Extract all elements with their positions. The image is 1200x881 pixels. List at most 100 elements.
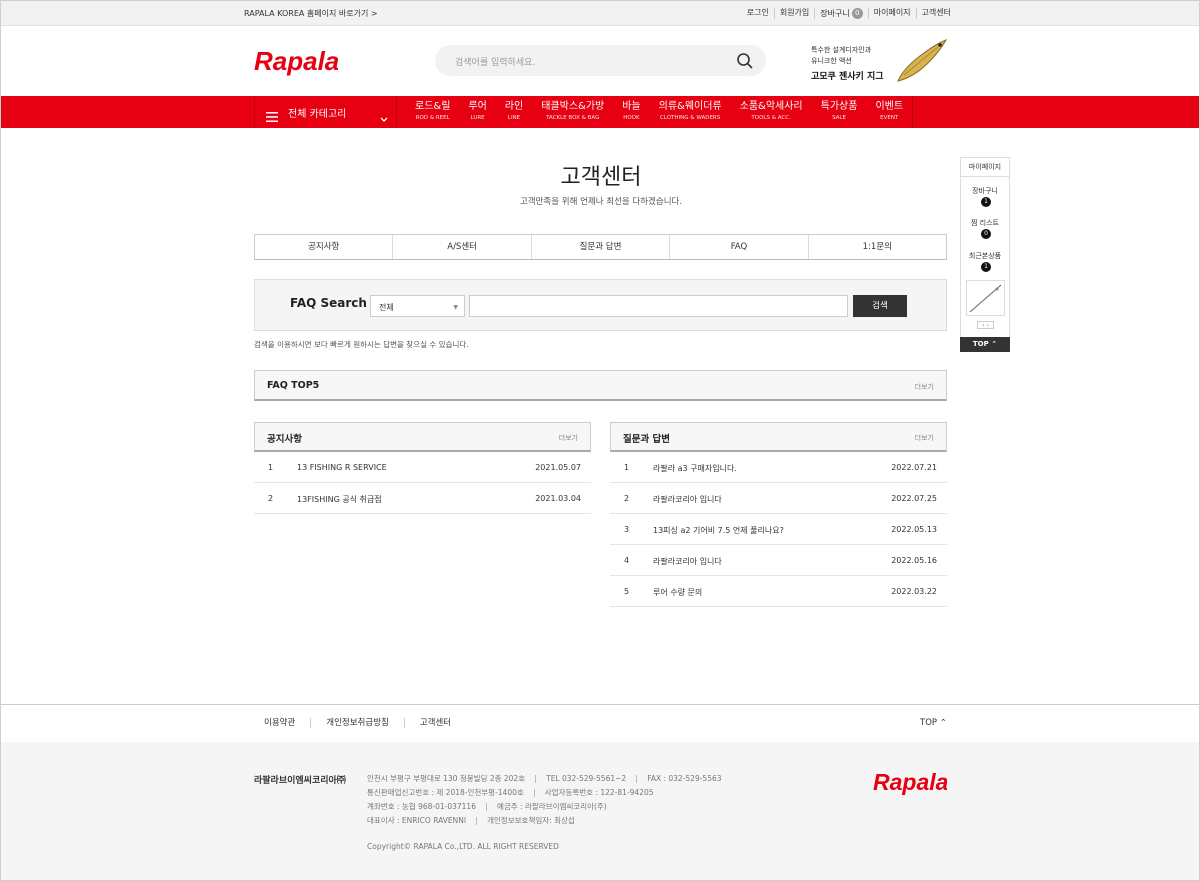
tab-as-center[interactable]: A/S센터 xyxy=(392,235,530,259)
quick-cart-count: 1 xyxy=(981,197,991,207)
cart-link[interactable]: 장바구니 0 xyxy=(814,8,867,19)
list-item[interactable]: 1 13 FISHING R SERVICE 2021.05.07 xyxy=(254,452,591,483)
caret-down-icon: ▼ xyxy=(453,304,458,311)
row-date: 2022.07.25 xyxy=(891,494,937,503)
nav-item-line[interactable]: 라인 LINE xyxy=(496,96,532,128)
tab-faq[interactable]: FAQ xyxy=(669,235,807,259)
nav-item-event[interactable]: 이벤트 EVENT xyxy=(866,96,912,128)
faq-top5-more-link[interactable]: 더보기 xyxy=(915,382,934,392)
signup-link[interactable]: 회원가입 xyxy=(773,8,814,19)
faq-top5-box: FAQ TOP5 더보기 xyxy=(254,370,947,401)
notice-header: 공지사항 더보기 xyxy=(254,422,591,452)
notice-title: 공지사항 xyxy=(267,434,302,445)
footer-links: 이용약관 개인정보취급방침 고객센터 xyxy=(254,718,466,728)
nav-item-sublabel: ROD & REEL xyxy=(415,115,450,121)
row-title[interactable]: 라팔라코리아 입니다 xyxy=(653,556,722,567)
page-subtitle: 고객만족을 위해 언제나 최선을 다하겠습니다. xyxy=(519,197,683,207)
terms-link[interactable]: 이용약관 xyxy=(254,718,310,728)
list-item[interactable]: 1 라팔라 a3 구매자입니다. 2022.07.21 xyxy=(610,452,947,483)
nav-item-rod-reel[interactable]: 로드&릴 ROD & REEL xyxy=(406,96,459,128)
all-category-button[interactable]: 전체 카테고리 xyxy=(254,96,397,128)
footer-info-line3: 계좌번호 : 농협 968-01-037116 예금주 : 라팔라브이엠씨코리아(… xyxy=(367,801,607,812)
jig-lure-image xyxy=(894,37,949,91)
row-number: 2 xyxy=(268,494,274,503)
logo-text: Rapala xyxy=(254,46,338,76)
nav-item-sublabel: TACKLE BOX & BAG xyxy=(546,115,600,121)
quick-wishlist-link[interactable]: 찜 리스트 xyxy=(961,218,1009,228)
nav-item-label: 의류&웨이더류 xyxy=(658,101,722,112)
quick-top-button[interactable]: TOP ⌃ xyxy=(960,337,1010,352)
list-item[interactable]: 2 라팔라코리아 입니다 2022.07.25 xyxy=(610,483,947,514)
copyright: Copyright© RAPALA Co.,LTD. ALL RIGHT RES… xyxy=(367,842,559,851)
promo-line2: 유니크한 액션 xyxy=(811,57,852,65)
fax: FAX : 032-529-5563 xyxy=(647,774,722,783)
nav-item-sale[interactable]: 특가상품 SALE xyxy=(812,96,867,128)
nav-item-sublabel: LURE xyxy=(470,115,485,121)
nav-item-lure[interactable]: 루어 LURE xyxy=(459,96,495,128)
list-item[interactable]: 5 루어 수량 문의 2022.03.22 xyxy=(610,576,947,607)
utility-links: 로그인 회원가입 장바구니 0 마이페이지 고객센터 xyxy=(742,8,956,19)
login-link[interactable]: 로그인 xyxy=(742,8,774,19)
row-number: 3 xyxy=(624,525,630,534)
row-title[interactable]: 13FISHING 공식 취급점 xyxy=(297,494,382,505)
list-item[interactable]: 4 라팔라코리아 입니다 2022.05.16 xyxy=(610,545,947,576)
footer-info: 라팔라브이엠씨코리아㈜ 인천시 부평구 부평대로 130 청봉빌딩 2층 202… xyxy=(1,742,1199,880)
tab-notice[interactable]: 공지사항 xyxy=(255,235,392,259)
row-title[interactable]: 13피싱 a2 기어비 7.5 언제 풀리나요? xyxy=(653,525,784,536)
row-title[interactable]: 라팔라 a3 구매자입니다. xyxy=(653,463,737,474)
nav-item-label: 태클박스&가방 xyxy=(541,101,605,112)
category-menu: 로드&릴 ROD & REEL 루어 LURE 라인 LINE 태클박스&가방 TACK… xyxy=(406,96,914,128)
tab-qna[interactable]: 질문과 답변 xyxy=(530,235,669,259)
faq-category-value: 전체 xyxy=(379,303,394,312)
row-title[interactable]: 라팔라코리아 입니다 xyxy=(653,494,722,505)
row-number: 1 xyxy=(624,463,630,472)
row-title[interactable]: 루어 수량 문의 xyxy=(653,587,702,598)
faq-category-select[interactable]: 전체 ▼ xyxy=(370,295,465,317)
nav-item-tools[interactable]: 소품&악세사리 TOOLS & ACC. xyxy=(731,96,812,128)
footer-rapala-logo: Rapala xyxy=(873,769,949,799)
faq-search-button[interactable]: 검색 xyxy=(853,295,907,317)
nav-item-sublabel: CLOTHING & WADERS xyxy=(660,115,721,121)
recent-pager-arrows[interactable]: ‹ › xyxy=(977,321,994,329)
nav-divider xyxy=(912,96,914,128)
rapala-korea-link[interactable]: RAPALA KOREA 홈페이지 바로가기 > xyxy=(244,8,378,19)
search-bar[interactable]: 검색어를 입력하세요. xyxy=(435,45,766,76)
search-input[interactable]: 검색어를 입력하세요. xyxy=(455,55,535,68)
nav-item-label: 루어 xyxy=(468,101,487,112)
nav-item-clothing[interactable]: 의류&웨이더류 CLOTHING & WADERS xyxy=(650,96,731,128)
quick-cart-link[interactable]: 장바구니 xyxy=(961,186,1009,196)
qna-more-link[interactable]: 더보기 xyxy=(915,433,934,443)
search-icon[interactable] xyxy=(736,52,754,70)
recent-product-thumbnail[interactable] xyxy=(966,280,1005,316)
row-date: 2022.03.22 xyxy=(891,587,937,596)
promo-banner[interactable]: 특수한 설계디자인과 유니크한 액션 고모쿠 젠사키 지그 xyxy=(809,39,949,83)
rapala-logo[interactable]: Rapala xyxy=(254,46,338,76)
row-title[interactable]: 13 FISHING R SERVICE xyxy=(297,463,387,472)
list-item[interactable]: 3 13피싱 a2 기어비 7.5 언제 풀리나요? 2022.05.13 xyxy=(610,514,947,545)
faq-search-input[interactable] xyxy=(469,295,848,317)
quick-side-menu: 마이페이지 장바구니 1 찜 리스트 0 최근본상품 1 ‹ › TOP ⌃ xyxy=(960,157,1010,353)
mypage-link[interactable]: 마이페이지 xyxy=(867,8,916,19)
footer-info-line4: 대표이사 : ENRICO RAVENNI 개인정보보호책임자: 최상섭 xyxy=(367,815,575,826)
customer-center-tabs: 공지사항 A/S센터 질문과 답변 FAQ 1:1문의 xyxy=(254,234,947,260)
footer-customer-center-link[interactable]: 고객센터 xyxy=(403,718,466,728)
nav-item-hook[interactable]: 바늘 HOOK xyxy=(613,96,649,128)
quick-recent-link[interactable]: 최근본상품 xyxy=(961,251,1009,261)
address: 인천시 부평구 부평대로 130 청봉빌딩 2층 202호 xyxy=(367,774,526,783)
notice-more-link[interactable]: 더보기 xyxy=(559,433,578,443)
quick-panel: 마이페이지 장바구니 1 찜 리스트 0 최근본상품 1 ‹ › xyxy=(960,157,1010,341)
customer-center-link[interactable]: 고객센터 xyxy=(915,8,956,19)
row-number: 4 xyxy=(624,556,630,565)
quick-mypage-link[interactable]: 마이페이지 xyxy=(961,158,1009,177)
row-date: 2022.05.16 xyxy=(891,556,937,565)
list-item[interactable]: 2 13FISHING 공식 취급점 2021.03.04 xyxy=(254,483,591,514)
tab-inquiry[interactable]: 1:1문의 xyxy=(807,235,946,259)
nav-item-label: 특가상품 xyxy=(820,101,858,112)
info-separator xyxy=(535,775,537,783)
privacy-link[interactable]: 개인정보취급방침 xyxy=(310,718,404,728)
nav-item-tackle-box[interactable]: 태클박스&가방 TACKLE BOX & BAG xyxy=(532,96,613,128)
footer-divider xyxy=(1,704,1199,705)
promo-line3: 고모쿠 젠사키 지그 xyxy=(811,72,884,82)
quick-top-label: TOP xyxy=(972,340,989,348)
footer-top-button[interactable]: TOP ⌃ xyxy=(920,718,947,728)
